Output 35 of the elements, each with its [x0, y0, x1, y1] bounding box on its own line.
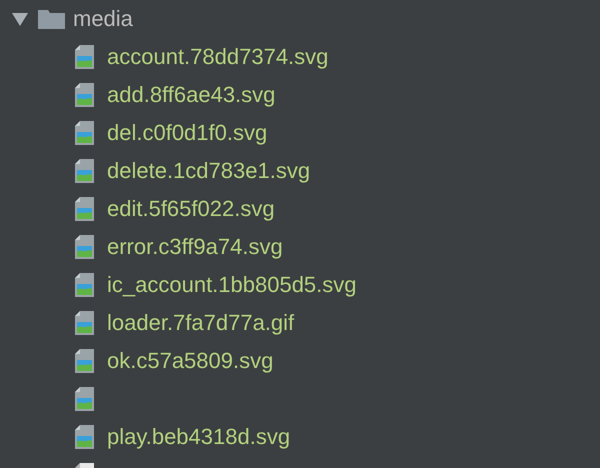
image-file-icon [74, 348, 95, 374]
tree-row[interactable]: del.c0f0d1f0.svg [0, 114, 600, 152]
tree-row[interactable]: edit.5f65f022.svg [0, 190, 600, 228]
tree-row[interactable]: ic_account.1bb805d5.svg [0, 266, 600, 304]
file-name: error.c3ff9a74.svg [107, 234, 283, 260]
file-name: add.8ff6ae43.svg [107, 82, 276, 108]
tree-row[interactable]: error.c3ff9a74.svg [0, 228, 600, 266]
file-name: del.c0f0d1f0.svg [107, 120, 268, 146]
image-file-icon [74, 196, 95, 222]
tree-row[interactable]: add.8ff6ae43.svg [0, 76, 600, 114]
tree-row[interactable]: ok.c57a5809.svg [0, 342, 600, 380]
file-name: ic_account.1bb805d5.svg [107, 272, 357, 298]
file-name: loader.7fa7d77a.gif [107, 310, 294, 336]
tree-row[interactable]: play.beb4318d.svg [0, 418, 600, 456]
expanded-arrow-icon[interactable] [10, 11, 30, 27]
tree-row[interactable]: media [0, 0, 600, 38]
image-file-icon [74, 44, 95, 70]
file-name: ok.c57a5809.svg [107, 348, 274, 374]
image-file-icon [74, 310, 95, 336]
file-name: account.78dd7374.svg [107, 44, 328, 70]
file-name: delete.1cd783e1.svg [107, 158, 310, 184]
tree-row[interactable]: loader.7fa7d77a.gif [0, 304, 600, 342]
image-file-icon [74, 386, 95, 412]
image-file-icon [74, 158, 95, 184]
tree-row[interactable]: delete.1cd783e1.svg [0, 152, 600, 190]
folder-icon [38, 9, 65, 29]
image-file-icon [74, 424, 95, 450]
image-file-icon [74, 120, 95, 146]
file-name: play.beb4318d.svg [107, 424, 290, 450]
image-file-icon [74, 272, 95, 298]
image-file-icon [74, 234, 95, 260]
file-name: edit.5f65f022.svg [107, 196, 275, 222]
folder-name: media [73, 6, 133, 32]
image-file-icon [74, 82, 95, 108]
tree-row[interactable]: account.78dd7374.svg [0, 38, 600, 76]
